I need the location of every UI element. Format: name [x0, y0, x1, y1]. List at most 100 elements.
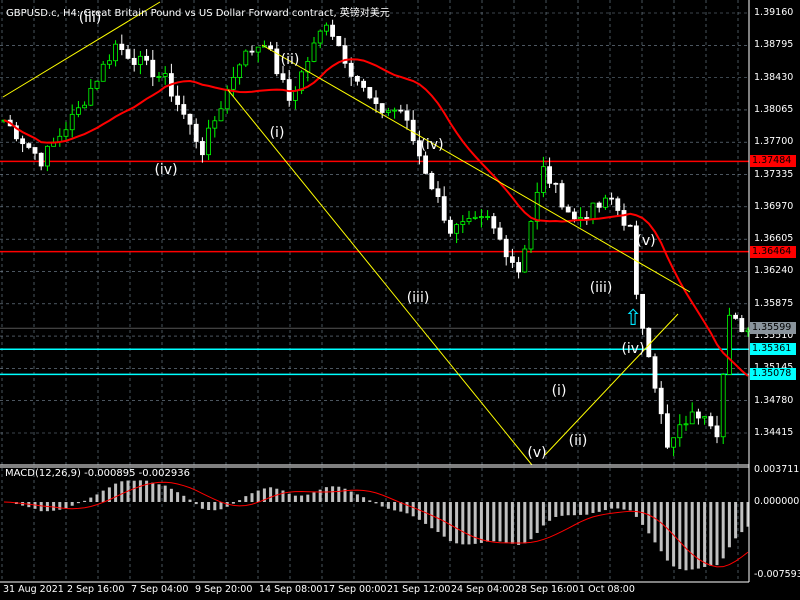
trendline — [261, 44, 691, 293]
candle — [45, 145, 50, 167]
candle — [683, 423, 689, 426]
candle — [249, 50, 255, 53]
macd-bar — [510, 502, 514, 544]
macd-bar — [684, 502, 688, 571]
candle — [516, 262, 521, 273]
macd-bar — [120, 481, 124, 502]
macd-bar — [715, 502, 719, 566]
candle — [485, 216, 491, 218]
time-tick: 17 Sep 00:00 — [323, 584, 387, 595]
candle — [255, 46, 261, 53]
candle — [268, 45, 274, 50]
candle — [423, 155, 429, 174]
candle — [435, 188, 441, 197]
candle — [491, 216, 497, 229]
macd-bar — [560, 502, 564, 516]
candle — [621, 210, 627, 226]
candle — [237, 64, 243, 78]
wave-label: (i) — [269, 125, 285, 141]
price-tick: 1.39160 — [754, 7, 794, 18]
candle — [144, 55, 150, 61]
candle — [317, 30, 323, 44]
macd-bar — [411, 502, 415, 517]
candle — [578, 217, 583, 220]
macd-bar — [665, 502, 669, 561]
macd-tick: 0.000000 — [754, 496, 800, 507]
candle — [323, 24, 329, 32]
macd-bar — [281, 490, 285, 502]
macd-bar — [182, 495, 186, 502]
candle — [615, 198, 621, 211]
time-tick: 31 Aug 2021 — [3, 584, 64, 595]
macd-bar — [213, 502, 217, 511]
macd-bar — [721, 502, 725, 559]
macd-bar — [324, 487, 328, 502]
macd-bar — [39, 502, 43, 512]
macd-bar — [523, 502, 527, 544]
candle — [665, 413, 670, 448]
candle — [429, 172, 435, 190]
candle — [311, 42, 317, 62]
candle — [398, 109, 404, 112]
macd-bar — [566, 502, 570, 516]
macd-bar — [498, 502, 502, 542]
price-tick: 1.38065 — [754, 103, 794, 115]
time-tick: 2 Sep 16:00 — [67, 584, 125, 595]
trendlines — [2, 1, 691, 466]
candle — [330, 24, 336, 37]
time-tick: 7 Sep 04:00 — [131, 584, 189, 595]
candle — [677, 424, 683, 439]
candle — [212, 120, 218, 129]
candle — [175, 95, 181, 105]
candle — [553, 182, 559, 185]
candle — [125, 49, 131, 59]
price-tag: 1.35078 — [750, 368, 796, 381]
macd-bar — [628, 502, 632, 511]
candle — [63, 129, 69, 137]
candle — [410, 119, 416, 142]
candle — [547, 166, 552, 184]
wave-label: (iii) — [589, 280, 613, 296]
macd-tick: 0.003711 — [754, 464, 800, 475]
candle — [336, 36, 342, 47]
candle — [590, 202, 596, 220]
price-tag: 1.35599 — [750, 322, 796, 335]
macd-bar — [591, 502, 595, 513]
wave-label: (ii) — [280, 52, 300, 68]
candle — [199, 141, 205, 156]
candle — [541, 166, 546, 193]
candle — [361, 80, 367, 88]
macd-bar — [188, 499, 192, 502]
macd-bar — [622, 502, 626, 510]
wave-label: (iii) — [78, 10, 102, 26]
candle — [671, 437, 676, 448]
macd-bar — [740, 502, 744, 533]
price-tick: 1.36240 — [754, 265, 794, 277]
candle — [392, 109, 398, 112]
candle — [404, 110, 410, 121]
candle — [472, 216, 478, 219]
candle — [107, 60, 112, 65]
macd-bar — [572, 502, 576, 516]
candle — [708, 416, 714, 427]
candle — [367, 87, 373, 99]
macd-bar — [151, 482, 155, 502]
candle — [26, 143, 32, 148]
trendline — [227, 89, 533, 466]
candle — [727, 314, 732, 375]
candle — [733, 314, 738, 319]
macd-bar — [659, 502, 663, 552]
candle — [454, 224, 460, 234]
price-tick: 1.35875 — [754, 297, 794, 309]
macd-bar — [83, 500, 87, 502]
macd-bar — [554, 502, 558, 517]
macd-bar — [101, 490, 105, 502]
time-tick: 21 Sep 12:00 — [387, 584, 451, 595]
macd-bar — [58, 502, 62, 510]
macd-bar — [486, 502, 490, 542]
macd-bar — [461, 502, 465, 545]
candle — [658, 387, 664, 415]
candle — [720, 374, 726, 438]
macd-bar — [256, 490, 260, 502]
macd-bar — [690, 502, 694, 570]
